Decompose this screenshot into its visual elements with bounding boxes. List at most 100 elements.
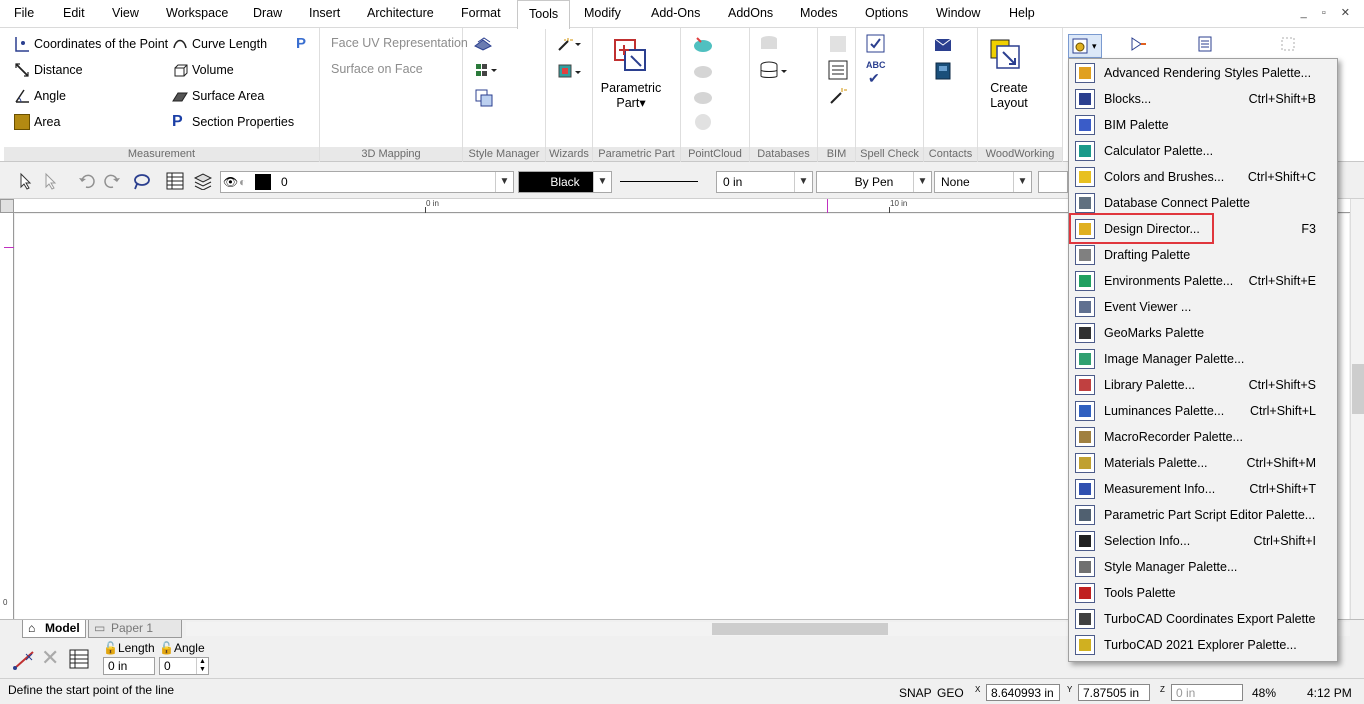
pointcloud-cloud-icon[interactable] bbox=[692, 60, 714, 80]
selection-grid-icon[interactable] bbox=[1280, 36, 1296, 52]
line-tool-icon[interactable] bbox=[12, 648, 38, 672]
geo-toggle[interactable]: GEO bbox=[937, 686, 964, 700]
create-layout-label[interactable]: Create Layout bbox=[978, 81, 1040, 111]
layer-visible-eye-icon[interactable]: 👁 bbox=[223, 175, 238, 189]
dropdown-item[interactable]: Environments Palette... Ctrl+Shift+E bbox=[1069, 268, 1337, 294]
dropdown-item[interactable]: Blocks... Ctrl+Shift+B bbox=[1069, 86, 1337, 112]
dropdown-item[interactable]: BIM Palette bbox=[1069, 112, 1337, 138]
vertical-scrollbar-thumb[interactable] bbox=[1352, 364, 1364, 414]
dropdown-item[interactable]: Event Viewer ... bbox=[1069, 294, 1337, 320]
angle-button[interactable]: Angle bbox=[14, 88, 66, 104]
lasso-icon[interactable] bbox=[132, 172, 150, 190]
pointcloud-mesh-icon[interactable] bbox=[692, 86, 714, 106]
pointcloud-import-icon[interactable] bbox=[692, 34, 714, 54]
layer-lock-icon[interactable]: ◐ bbox=[239, 175, 246, 189]
menu-edit[interactable]: Edit bbox=[63, 6, 85, 20]
database-icon[interactable] bbox=[759, 60, 789, 82]
z-coordinate-field[interactable]: 0 in bbox=[1171, 684, 1243, 701]
properties-p-button[interactable]: P bbox=[296, 36, 312, 52]
chevron-down-icon[interactable]: ▼ bbox=[794, 172, 812, 192]
distance-button[interactable]: Distance bbox=[14, 62, 83, 78]
angle-lock-icon[interactable]: 🔓 bbox=[159, 641, 174, 655]
bim-wand-icon[interactable] bbox=[828, 86, 848, 106]
spell-check-abc-icon[interactable]: ABC bbox=[866, 60, 886, 70]
select-arrow-icon[interactable] bbox=[17, 172, 35, 190]
menu-workspace[interactable]: Workspace bbox=[166, 6, 228, 20]
menu-tools[interactable]: Tools bbox=[517, 0, 571, 29]
bim-list-icon[interactable] bbox=[828, 60, 848, 80]
surface-on-face-button[interactable]: Surface on Face bbox=[331, 62, 423, 76]
dropdown-item[interactable]: Advanced Rendering Styles Palette... bbox=[1069, 60, 1337, 86]
dropdown-item[interactable]: Database Connect Palette bbox=[1069, 190, 1337, 216]
select-node-icon[interactable] bbox=[42, 172, 60, 190]
section-properties-button[interactable]: P Section Properties bbox=[172, 114, 294, 130]
line-width-combo[interactable]: 0 in ▼ bbox=[716, 171, 813, 193]
chevron-down-icon[interactable]: ▼ bbox=[495, 172, 513, 192]
snap-toggle[interactable]: SNAP bbox=[899, 686, 932, 700]
tab-model[interactable]: ⌂ Model bbox=[22, 620, 86, 638]
wizard-wand-icon[interactable] bbox=[557, 36, 581, 52]
chevron-down-icon[interactable]: ▼ bbox=[913, 172, 931, 192]
mail-icon[interactable] bbox=[934, 38, 952, 52]
color-combo[interactable]: Black ▼ bbox=[518, 171, 612, 193]
spell-check-document-icon[interactable] bbox=[866, 34, 886, 54]
wizard-tool-icon[interactable] bbox=[557, 62, 581, 78]
horizontal-scrollbar-thumb[interactable] bbox=[712, 623, 888, 635]
menu-modes[interactable]: Modes bbox=[800, 6, 838, 20]
menu-view[interactable]: View bbox=[112, 6, 139, 20]
dropdown-item[interactable]: Selection Info... Ctrl+Shift+I bbox=[1069, 528, 1337, 554]
parametric-part-label[interactable]: Parametric Part▾ bbox=[593, 81, 669, 111]
menu-help[interactable]: Help bbox=[1009, 6, 1035, 20]
style-manager-icon[interactable] bbox=[474, 36, 492, 52]
dropdown-item[interactable]: Materials Palette... Ctrl+Shift+M bbox=[1069, 450, 1337, 476]
area-button[interactable]: Area bbox=[14, 114, 60, 130]
chevron-down-icon[interactable]: ▼ bbox=[593, 172, 611, 192]
y-coordinate-field[interactable]: 7.87505 in bbox=[1078, 684, 1150, 701]
parametric-part-icon[interactable] bbox=[613, 38, 647, 72]
x-coordinate-field[interactable]: 8.640993 in bbox=[986, 684, 1060, 701]
chevron-down-icon[interactable]: ▼ bbox=[1013, 172, 1031, 192]
dropdown-item[interactable]: MacroRecorder Palette... bbox=[1069, 424, 1337, 450]
redo-icon[interactable] bbox=[104, 172, 122, 190]
properties-table-icon[interactable] bbox=[166, 172, 184, 190]
dropdown-item[interactable]: Image Manager Palette... bbox=[1069, 346, 1337, 372]
dropdown-item[interactable]: Calculator Palette... bbox=[1069, 138, 1337, 164]
extra-combo[interactable] bbox=[1038, 171, 1068, 193]
angle-spinner[interactable]: ▲ ▼ bbox=[196, 658, 208, 674]
dropdown-item[interactable]: Measurement Info... Ctrl+Shift+T bbox=[1069, 476, 1337, 502]
menu-architecture[interactable]: Architecture bbox=[367, 6, 434, 20]
dropdown-item[interactable]: Drafting Palette bbox=[1069, 242, 1337, 268]
menu-file[interactable]: File bbox=[14, 6, 34, 20]
surface-area-button[interactable]: Surface Area bbox=[172, 88, 264, 104]
tab-paper-1[interactable]: ▭ Paper 1 bbox=[88, 620, 182, 638]
undo-icon[interactable] bbox=[77, 172, 95, 190]
layer-combo[interactable]: 👁 ◐ 0 ▼ bbox=[220, 171, 514, 193]
menu-modify[interactable]: Modify bbox=[584, 6, 621, 20]
window-controls[interactable]: _ ▫ ✕ bbox=[1301, 6, 1356, 19]
menu-add-ons[interactable]: Add-Ons bbox=[651, 6, 700, 20]
menu-draw[interactable]: Draw bbox=[253, 6, 282, 20]
cancel-icon[interactable]: ✕ bbox=[41, 647, 59, 669]
line-style-combo[interactable] bbox=[614, 171, 714, 193]
render-icon[interactable] bbox=[1130, 36, 1146, 52]
zoom-level[interactable]: 48% bbox=[1252, 686, 1276, 700]
inspector-table-icon[interactable] bbox=[69, 649, 89, 669]
pointcloud-sphere-icon[interactable] bbox=[692, 112, 714, 132]
bim-object-icon[interactable] bbox=[828, 34, 848, 54]
length-lock-icon[interactable]: 🔓 bbox=[103, 641, 118, 655]
length-field[interactable]: 0 in bbox=[103, 657, 155, 675]
dropdown-item[interactable]: Library Palette... Ctrl+Shift+S bbox=[1069, 372, 1337, 398]
menu-options[interactable]: Options bbox=[865, 6, 908, 20]
dropdown-item[interactable]: Design Director... F3 bbox=[1069, 216, 1337, 242]
dropdown-item[interactable]: TurboCAD 2021 Explorer Palette... bbox=[1069, 632, 1337, 658]
angle-field[interactable]: 0 ▲ ▼ bbox=[159, 657, 209, 675]
style-grid-icon[interactable] bbox=[474, 62, 497, 78]
address-book-icon[interactable] bbox=[934, 62, 952, 80]
style-copy-icon[interactable] bbox=[474, 88, 493, 107]
curve-length-button[interactable]: Curve Length bbox=[172, 36, 267, 52]
dropdown-item[interactable]: Parametric Part Script Editor Palette... bbox=[1069, 502, 1337, 528]
pen-combo[interactable]: By Pen ▼ bbox=[816, 171, 932, 193]
create-layout-icon[interactable] bbox=[989, 38, 1023, 72]
ruler-corner[interactable] bbox=[0, 199, 14, 213]
dropdown-item[interactable]: Style Manager Palette... bbox=[1069, 554, 1337, 580]
